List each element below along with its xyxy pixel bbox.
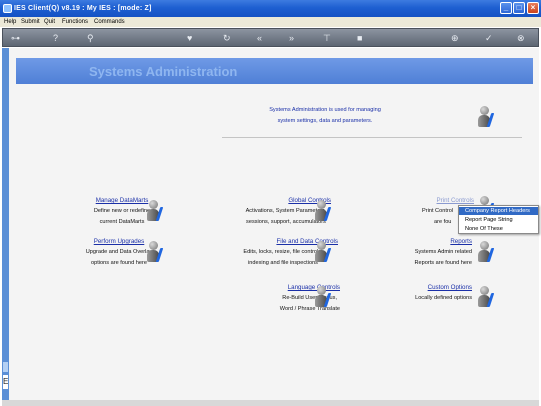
language-controls-desc-2: Word / Phrase Translate	[279, 306, 340, 312]
section-reports: Reports Systems Admin related Reports ar…	[390, 236, 472, 269]
close-icon[interactable]: ⊗	[517, 32, 525, 44]
print-controls-context-menu: Company Report Headers Report Page Strin…	[458, 205, 539, 234]
heart-icon[interactable]: ♥	[187, 32, 192, 44]
menu-help[interactable]: Help	[4, 17, 16, 27]
title-bar: IES Client(Q) v8.19 : My IES : [mode: Z]…	[0, 0, 541, 17]
page-title: Systems Administration	[89, 64, 238, 79]
minimize-button[interactable]: _	[500, 2, 512, 14]
menu-item-company-report-headers[interactable]: Company Report Headers	[459, 207, 538, 215]
add-icon[interactable]: ⊕	[451, 32, 459, 44]
stop-icon[interactable]: ■	[357, 32, 362, 44]
menu-submit[interactable]: Submit	[21, 17, 40, 27]
help-icon[interactable]: ?	[53, 32, 58, 44]
back-icon[interactable]: «	[257, 32, 262, 44]
custom-options-link[interactable]: Custom Options	[390, 282, 472, 293]
window-title: IES Client(Q) v8.19 : My IES : [mode: Z]	[14, 5, 152, 12]
menu-functions[interactable]: Functions	[62, 17, 88, 27]
language-controls-person-icon[interactable]	[315, 286, 333, 308]
status-bar	[2, 400, 539, 406]
confirm-icon[interactable]: ✓	[485, 32, 493, 44]
menu-item-none-of-these[interactable]: None Of These	[459, 225, 538, 233]
perform-upgrades-person-icon[interactable]	[147, 241, 165, 263]
close-window-button[interactable]: ×	[527, 2, 539, 14]
person-icon	[478, 106, 496, 128]
custom-options-person-icon[interactable]	[478, 286, 496, 308]
side-panel-e-icon[interactable]: E	[3, 375, 8, 389]
section-custom-options: Custom Options Locally defined options	[390, 282, 472, 304]
divider	[222, 137, 522, 138]
toolbar: ⊶ ? ⚲ ♥ ↻ « » ⊤ ■ ⊕ ✓ ⊗	[2, 28, 539, 47]
page-banner: Systems Administration	[16, 58, 533, 84]
key-icon[interactable]: ⊶	[11, 32, 20, 44]
custom-options-desc-1: Locally defined options	[415, 295, 472, 301]
section-language-controls: Language Controls Re-Build User Menus, W…	[240, 282, 350, 315]
global-controls-person-icon[interactable]	[315, 200, 333, 222]
menu-quit[interactable]: Quit	[44, 17, 55, 27]
side-panel-tab-icon[interactable]	[3, 362, 8, 372]
menu-item-report-page-string[interactable]: Report Page String	[459, 216, 538, 224]
maximize-button[interactable]: □	[513, 2, 525, 14]
reports-person-icon[interactable]	[478, 241, 496, 263]
app-icon	[3, 4, 12, 13]
intro-line-1: Systems Administration is used for manag…	[269, 107, 381, 113]
menu-commands[interactable]: Commands	[94, 17, 125, 27]
menu-bar: Help Submit Quit Functions Commands	[0, 17, 541, 27]
intro-text: Systems Administration is used for manag…	[250, 105, 400, 127]
intro-line-2: system settings, data and parameters.	[277, 118, 373, 124]
reports-desc-2: Reports are found here	[414, 260, 472, 266]
forward-icon[interactable]: »	[289, 32, 294, 44]
filter-icon[interactable]: ⊤	[323, 32, 331, 44]
left-side-panel: E	[2, 48, 9, 400]
search-icon[interactable]: ⚲	[87, 32, 94, 44]
reports-desc-1: Systems Admin related	[414, 249, 472, 255]
refresh-icon[interactable]: ↻	[223, 32, 231, 44]
file-data-controls-person-icon[interactable]	[315, 241, 333, 263]
language-controls-link[interactable]: Language Controls	[240, 282, 350, 293]
manage-datamarts-person-icon[interactable]	[147, 200, 165, 222]
language-controls-desc-1: Re-Build User Menus,	[282, 295, 337, 301]
reports-link[interactable]: Reports	[390, 236, 472, 247]
